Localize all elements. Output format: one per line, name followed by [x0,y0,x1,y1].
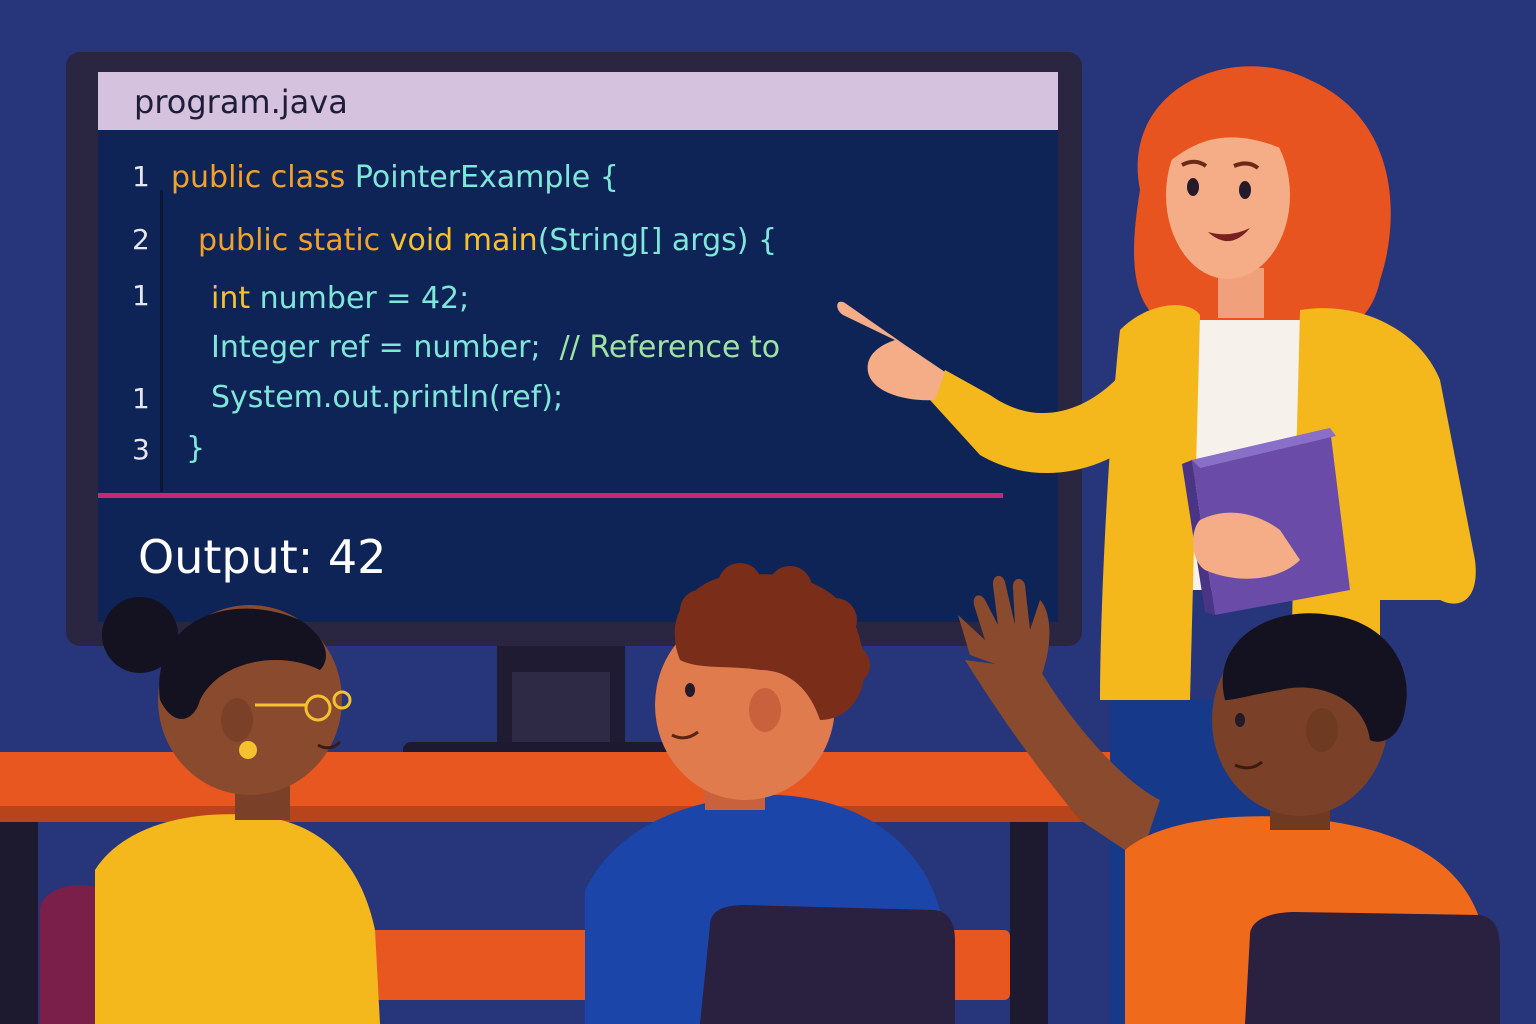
classroom-scene: program.java 1 2 1 1 3 public class Poin… [0,0,1536,1024]
student-with-glasses-icon [40,597,380,1024]
student-curly-hair-icon [585,563,955,1024]
people-illustration [40,66,1500,1024]
